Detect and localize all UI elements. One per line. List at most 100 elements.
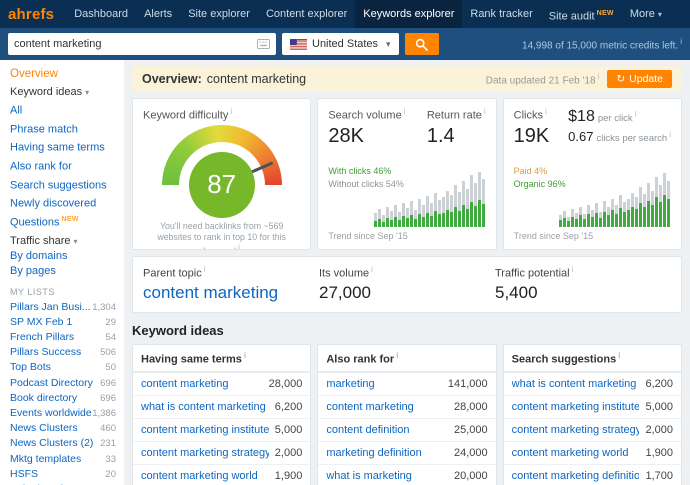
keyword-link[interactable]: marketing	[326, 378, 374, 390]
clicks-title: Clicksi	[514, 107, 550, 122]
main-content: Overview: content marketing Data updated…	[124, 60, 690, 485]
keyword-row: content marketing world 1,900	[133, 464, 310, 485]
keyword-volume: 141,000	[448, 378, 488, 390]
info-icon: i	[545, 107, 547, 116]
keyword-link[interactable]: content marketing definition	[512, 470, 640, 482]
nav-site-explorer[interactable]: Site explorer	[180, 0, 258, 28]
info-icon: i	[230, 107, 232, 116]
my-list-item[interactable]: SP MX Feb 129	[10, 315, 116, 330]
my-list-item[interactable]: News Clusters460	[10, 421, 116, 436]
nav-alerts[interactable]: Alerts	[136, 0, 180, 28]
keyword-link[interactable]: content definition	[326, 424, 409, 436]
difficulty-caption: You'll need backlinks from ~569 websites…	[143, 221, 300, 250]
clicks-card: Clicksi 19K $18per clicki 0.67clicks per…	[503, 98, 682, 250]
keyword-volume: 2,000	[645, 424, 673, 436]
credits-info: 14,998 of 15,000 metric credits left.i	[522, 37, 682, 51]
keyword-volume: 28,000	[269, 378, 303, 390]
sidebar-keyword-ideas-item[interactable]: Newly discovered	[10, 193, 116, 212]
sidebar-section-traffic-share[interactable]: Traffic share▾	[10, 235, 116, 247]
keyword-link[interactable]: content marketing world	[512, 447, 629, 459]
caret-down-icon: ▾	[658, 10, 662, 19]
keyword-link[interactable]: content marketing strategy	[512, 424, 640, 436]
parent-topic-link[interactable]: content marketing	[143, 283, 319, 303]
country-select[interactable]: United States ▾	[282, 33, 399, 55]
content-area: Overview Keyword ideas▾ All Phrase match…	[0, 60, 690, 485]
overview-keyword: content marketing	[207, 72, 306, 86]
ahrefs-logo[interactable]: ahrefs	[8, 6, 54, 23]
sidebar-keyword-ideas-item[interactable]: Also rank for	[10, 156, 116, 175]
my-list-item[interactable]: Events worldwide1,386	[10, 406, 116, 421]
update-button[interactable]: ↻Update	[607, 70, 672, 88]
traffic-share-links: By domains By pages	[10, 249, 116, 279]
search-suggestions-table: Search suggestionsi what is content mark…	[503, 344, 682, 485]
my-list-item[interactable]: Book directory696	[10, 391, 116, 406]
my-list-item[interactable]: HSFS20	[10, 467, 116, 482]
keyword-link[interactable]: what is content marketing	[141, 401, 266, 413]
search-volume-trend-row: With clicks 46% Without clicks 54%	[328, 165, 485, 227]
sidebar-traffic-share-item[interactable]: By domains	[10, 249, 116, 264]
search-suggestions-header: Search suggestionsi	[504, 345, 681, 373]
search-volume-trend-chart	[374, 169, 486, 227]
info-icon: i	[618, 351, 620, 360]
nav-keywords-explorer[interactable]: Keywords explorer	[355, 0, 462, 28]
sidebar-keyword-ideas-item[interactable]: Search suggestions	[10, 175, 116, 194]
traffic-potential-value: 5,400	[495, 283, 671, 303]
sidebar-keyword-ideas-item[interactable]: Having same terms	[10, 137, 116, 156]
my-list-item[interactable]: Top Bots50	[10, 360, 116, 375]
search-bar: United States ▾ 14,998 of 15,000 metric …	[0, 28, 690, 60]
keyword-volume: 1,900	[275, 470, 303, 482]
keyword-link[interactable]: content marketing	[326, 401, 413, 413]
search-volume-trend-caption: Trend since Sep '15	[328, 231, 485, 241]
keyword-row: content marketing institute5,000	[133, 418, 310, 441]
search-volume-title: Search volumei	[328, 107, 405, 122]
search-volume-card: Search volumei 28K Return ratei 1.4 With…	[317, 98, 496, 250]
keyword-volume: 2,000	[275, 447, 303, 459]
search-button[interactable]	[405, 33, 439, 55]
keyword-link[interactable]: content marketing	[141, 378, 228, 390]
info-icon: i	[371, 265, 373, 274]
keyword-row: content definition 25,000	[318, 418, 495, 441]
sidebar-keyword-ideas-item[interactable]: All	[10, 100, 116, 119]
keyword-link[interactable]: content marketing strategy	[141, 447, 269, 459]
nav-more[interactable]: More▾	[622, 0, 670, 28]
search-suggestions-rows: what is content marketing6,200 content m…	[504, 372, 681, 485]
overview-header-bar: Overview: content marketing Data updated…	[132, 66, 682, 92]
keyword-link[interactable]: what is marketing	[326, 470, 412, 482]
info-icon: i	[396, 351, 398, 360]
keyword-link[interactable]: marketing definition	[326, 447, 421, 459]
clicks-trend-row: Paid 4% Organic 96%	[514, 165, 671, 227]
info-icon: i	[244, 351, 246, 360]
keyword-link[interactable]: content marketing institute	[141, 424, 269, 436]
keyword-ideas-header-label: Keyword ideas	[10, 86, 82, 98]
its-volume-value: 27,000	[319, 283, 495, 303]
sidebar-item-overview[interactable]: Overview	[10, 66, 116, 82]
my-list-item[interactable]: French Pillars54	[10, 330, 116, 345]
search-icon	[415, 38, 428, 51]
keyword-row: content marketing institute5,000	[504, 395, 681, 418]
keyword-link[interactable]: content marketing world	[141, 470, 258, 482]
nav-dashboard[interactable]: Dashboard	[66, 0, 136, 28]
my-list-item[interactable]: Podcast Directory696	[10, 376, 116, 391]
search-volume-value: 28K	[328, 125, 405, 148]
keyword-link[interactable]: content marketing institute	[512, 401, 640, 413]
keyword-link[interactable]: what is content marketing	[512, 378, 637, 390]
organic-label: Organic 96%	[514, 178, 566, 191]
my-list-item[interactable]: Pillars Jan Busi...1,304	[10, 300, 116, 315]
sidebar-section-keyword-ideas[interactable]: Keyword ideas▾	[10, 86, 116, 98]
data-updated-label: Data updated 21 Feb '18i	[486, 72, 600, 86]
us-flag-icon	[290, 39, 307, 50]
nav-content-explorer[interactable]: Content explorer	[258, 0, 355, 28]
sidebar-keyword-ideas-item[interactable]: QuestionsNEW	[10, 212, 116, 231]
my-list-item[interactable]: Pillars Success506	[10, 345, 116, 360]
sidebar-keyword-ideas-item[interactable]: Phrase match	[10, 119, 116, 138]
keyword-volume: 25,000	[454, 424, 488, 436]
my-list-item[interactable]: Mktg templates33	[10, 452, 116, 467]
sidebar: Overview Keyword ideas▾ All Phrase match…	[0, 60, 124, 485]
nav-site-audit[interactable]: Site auditNEW	[541, 0, 622, 28]
sidebar-traffic-share-item[interactable]: By pages	[10, 264, 116, 279]
my-lists: Pillars Jan Busi...1,304 SP MX Feb 129 F…	[10, 300, 116, 485]
keyword-search-input[interactable]	[14, 38, 257, 50]
keyboard-icon[interactable]	[257, 39, 270, 49]
my-list-item[interactable]: News Clusters (2)231	[10, 436, 116, 451]
nav-rank-tracker[interactable]: Rank tracker	[462, 0, 540, 28]
